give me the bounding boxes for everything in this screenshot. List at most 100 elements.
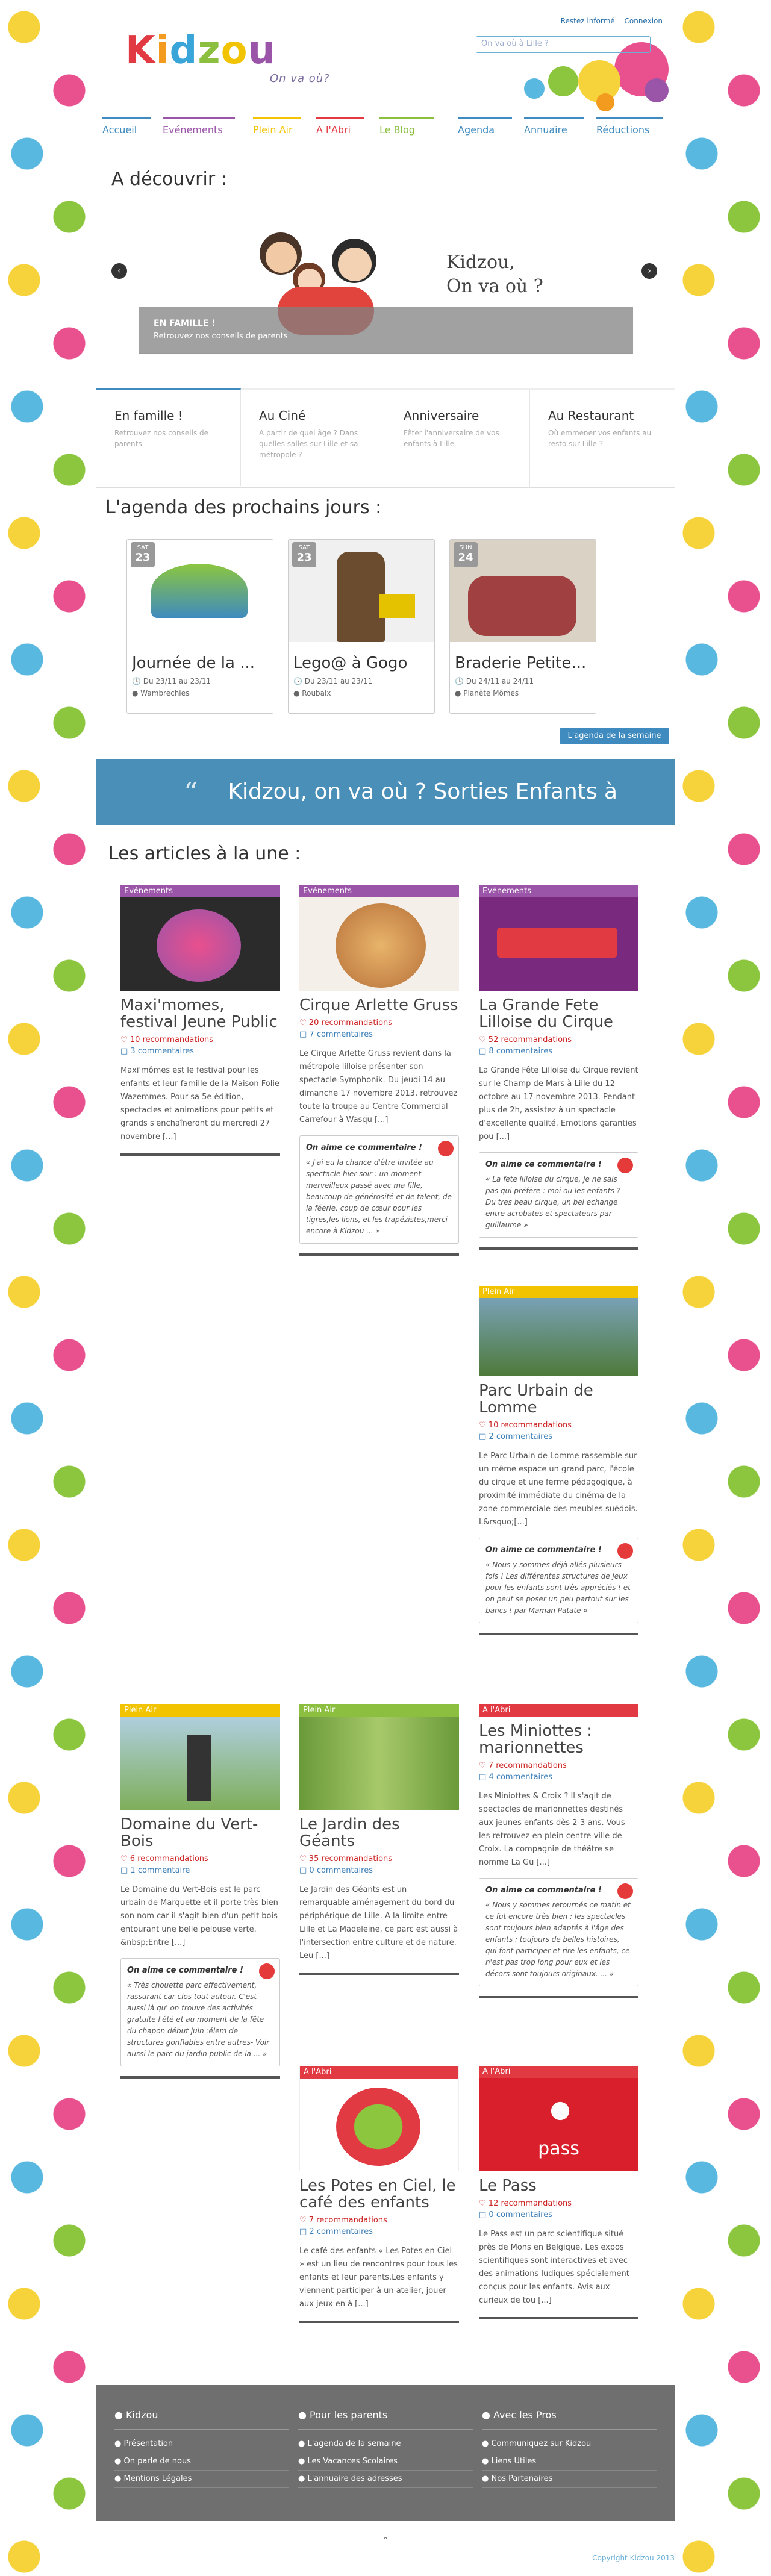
nav-item-evenements[interactable]: Evénements: [163, 117, 235, 151]
footer-link[interactable]: ● Les Vacances Scolaires: [298, 2453, 473, 2471]
nav-bar: [316, 117, 364, 119]
article-reco-text: 52 recommandations: [488, 1035, 572, 1044]
nav-item-reductions[interactable]: Réductions: [596, 117, 663, 151]
article-title[interactable]: Cirque Arlette Gruss: [299, 997, 459, 1014]
article-title[interactable]: Domaine du Vert-Bois: [120, 1816, 280, 1850]
article-comments[interactable]: □ 2 commentaires: [479, 1432, 638, 1441]
article-card[interactable]: Plein Air Parc Urbain de Lomme ♡ 10 reco…: [479, 1286, 638, 1635]
tile-en-famille[interactable]: En famille ! Retrouvez nos conseils de p…: [96, 388, 241, 486]
footer-link[interactable]: ● Communiquez sur Kidzou: [482, 2436, 657, 2453]
article-recommendations[interactable]: ♡ 12 recommandations: [479, 2199, 638, 2208]
article-separator: [299, 2321, 459, 2323]
date-badge: SAT 23: [292, 542, 316, 567]
liked-comment: On aime ce commentaire ! « La fete lillo…: [479, 1152, 638, 1238]
footer-link-text: Liens Utiles: [491, 2457, 537, 2466]
article-category: Evénements: [479, 885, 638, 897]
tile-au-restaurant[interactable]: Au Restaurant Où emmener vos enfants au …: [530, 390, 675, 488]
slider-prev-button[interactable]: ‹: [111, 263, 127, 279]
slider[interactable]: Kidzou, On va où ? EN FAMILLE ! Retrouvez…: [139, 220, 633, 354]
article-comments[interactable]: □ 8 commentaires: [479, 1047, 638, 1056]
article-title[interactable]: Le Pass: [479, 2177, 638, 2194]
footer-link[interactable]: ● L'annuaire des adresses: [298, 2471, 473, 2488]
article-title[interactable]: Maxi'momes, festival Jeune Public: [120, 997, 280, 1031]
article-card[interactable]: Plein Air Domaine du Vert-Bois ♡ 6 recom…: [120, 1704, 280, 2079]
nav-item-a-labri[interactable]: A l'Abri: [316, 117, 364, 151]
footer-link-text: Présentation: [123, 2439, 173, 2448]
footer-link[interactable]: ● Présentation: [114, 2436, 289, 2453]
article-card[interactable]: A l'Abri Les Potes en Ciel, le café des …: [299, 2066, 459, 2323]
liked-comment-label: On aime ce commentaire !: [485, 1886, 602, 1895]
liked-comment-text: « J'ai eu la chance d'être invitée au sp…: [306, 1158, 452, 1235]
article-recommendations[interactable]: ♡ 7 recommandations: [299, 2216, 459, 2225]
article-excerpt: Maxi'mômes est le festival pour les enfa…: [120, 1066, 279, 1141]
footer-link-text: Nos Partenaires: [491, 2474, 553, 2483]
tile-au-cine[interactable]: Au Ciné A partir de quel âge ? Dans quel…: [241, 390, 386, 488]
article-comments[interactable]: □ 7 commentaires: [299, 1030, 459, 1039]
agenda-card[interactable]: SUN 24 Braderie Petite... 🕓 Du 24/11 au 2…: [449, 539, 596, 714]
nav-item-agenda[interactable]: Agenda: [458, 117, 512, 151]
article-category: Evénements: [120, 885, 280, 897]
article-card[interactable]: A l'Abri Les Miniottes : marionnettes ♡ …: [479, 1704, 638, 1998]
nav-item-accueil[interactable]: Accueil: [102, 117, 151, 151]
article-recommendations[interactable]: ♡ 20 recommandations: [299, 1018, 459, 1028]
article-title[interactable]: Le Jardin des Géants: [299, 1816, 459, 1850]
article-card[interactable]: Evénements Maxi'momes, festival Jeune Pu…: [120, 885, 280, 1156]
agenda-card[interactable]: SAT 23 Lego@ à Gogo 🕓 Du 23/11 au 23/11 ●…: [288, 539, 435, 714]
article-reco-text: 35 recommandations: [308, 1854, 393, 1863]
article-recommendations[interactable]: ♡ 52 recommandations: [479, 1035, 638, 1044]
nav-item-le-blog[interactable]: Le Blog: [379, 117, 434, 151]
newsletter-link[interactable]: Restez informé: [561, 17, 615, 25]
agenda-card[interactable]: SAT 23 Journée de la ... 🕓 Du 23/11 au 23…: [126, 539, 273, 714]
article-comments[interactable]: □ 2 commentaires: [299, 2227, 459, 2236]
footer-link[interactable]: ● Liens Utiles: [482, 2453, 657, 2471]
article-card[interactable]: Plein Air Le Jardin des Géants ♡ 35 reco…: [299, 1704, 459, 1975]
article-comments[interactable]: □ 1 commentaire: [120, 1866, 280, 1875]
footer-link[interactable]: ● Mentions Légales: [114, 2471, 289, 2488]
article-recommendations[interactable]: ♡ 10 recommandations: [479, 1421, 638, 1430]
article-card[interactable]: Evénements Cirque Arlette Gruss ♡ 20 rec…: [299, 885, 459, 1256]
agenda-week-button[interactable]: L'agenda de la semaine: [560, 728, 669, 744]
article-recommendations[interactable]: ♡ 35 recommandations: [299, 1854, 459, 1863]
article-separator: [479, 1996, 638, 1998]
article-card[interactable]: A l'Abri pass Le Pass ♡ 12 recommandatio…: [479, 2066, 638, 2319]
agenda-card-title: Lego@ à Gogo: [293, 654, 408, 672]
article-comments-text: 3 commentaires: [130, 1047, 194, 1056]
article-recommendations[interactable]: ♡ 7 recommandations: [479, 1761, 638, 1770]
logo[interactable]: Kidzou On va où?: [125, 31, 329, 84]
date-month: SAT: [298, 544, 310, 551]
footer-link[interactable]: ● L'agenda de la semaine: [298, 2436, 473, 2453]
article-comments[interactable]: □ 3 commentaires: [120, 1047, 280, 1056]
article-image: Plein Air: [120, 1704, 280, 1810]
article-card[interactable]: Evénements La Grande Fete Lilloise du Ci…: [479, 885, 638, 1250]
article-comments[interactable]: □ 0 commentaires: [479, 2210, 638, 2219]
article-excerpt: Les Miniottes & Croix ? Il s'agit de spe…: [479, 1792, 625, 1867]
page: Kidzou On va où? Restez informé Connexio…: [96, 0, 675, 2576]
article-comments[interactable]: □ 4 commentaires: [479, 1773, 638, 1782]
article-title[interactable]: La Grande Fete Lilloise du Cirque: [479, 997, 638, 1031]
footer-col-title: ● Avec les Pros: [482, 2409, 657, 2430]
tile-anniversaire[interactable]: Anniversaire Fêter l'anniversaire de vos…: [386, 390, 530, 488]
nav-bar: [458, 117, 512, 119]
footer-link[interactable]: ● Nos Partenaires: [482, 2471, 657, 2488]
nav-item-plein-air[interactable]: Plein Air: [253, 117, 301, 151]
nav-item-annuaire[interactable]: Annuaire: [524, 117, 584, 151]
article-recommendations[interactable]: ♡ 6 recommandations: [120, 1854, 280, 1863]
slider-next-button[interactable]: ›: [641, 263, 657, 279]
agenda-card-place-text: Roubaix: [302, 689, 331, 697]
liked-comment-text: « Très chouette parc effectivement, rass…: [127, 1981, 270, 2058]
article-comments[interactable]: □ 0 commentaires: [299, 1866, 459, 1875]
login-link[interactable]: Connexion: [625, 17, 663, 25]
search-input[interactable]: On va où à Lille ?: [476, 36, 651, 53]
article-comments-text: 2 commentaires: [309, 2227, 373, 2236]
article-title[interactable]: Parc Urbain de Lomme: [479, 1382, 638, 1416]
article-separator: [479, 1633, 638, 1635]
footer-link[interactable]: ● On parle de nous: [114, 2453, 289, 2471]
article-recommendations[interactable]: ♡ 10 recommandations: [120, 1035, 280, 1044]
agenda-card-date: 🕓 Du 23/11 au 23/11: [132, 677, 211, 685]
article-separator: [120, 2076, 280, 2079]
article-image: Evénements: [120, 885, 280, 991]
scroll-top-icon[interactable]: ⌃: [96, 2536, 675, 2544]
article-title[interactable]: Les Miniottes : marionnettes: [479, 1723, 638, 1756]
article-category: Plein Air: [479, 1286, 638, 1298]
article-title[interactable]: Les Potes en Ciel, le café des enfants: [299, 2177, 459, 2211]
